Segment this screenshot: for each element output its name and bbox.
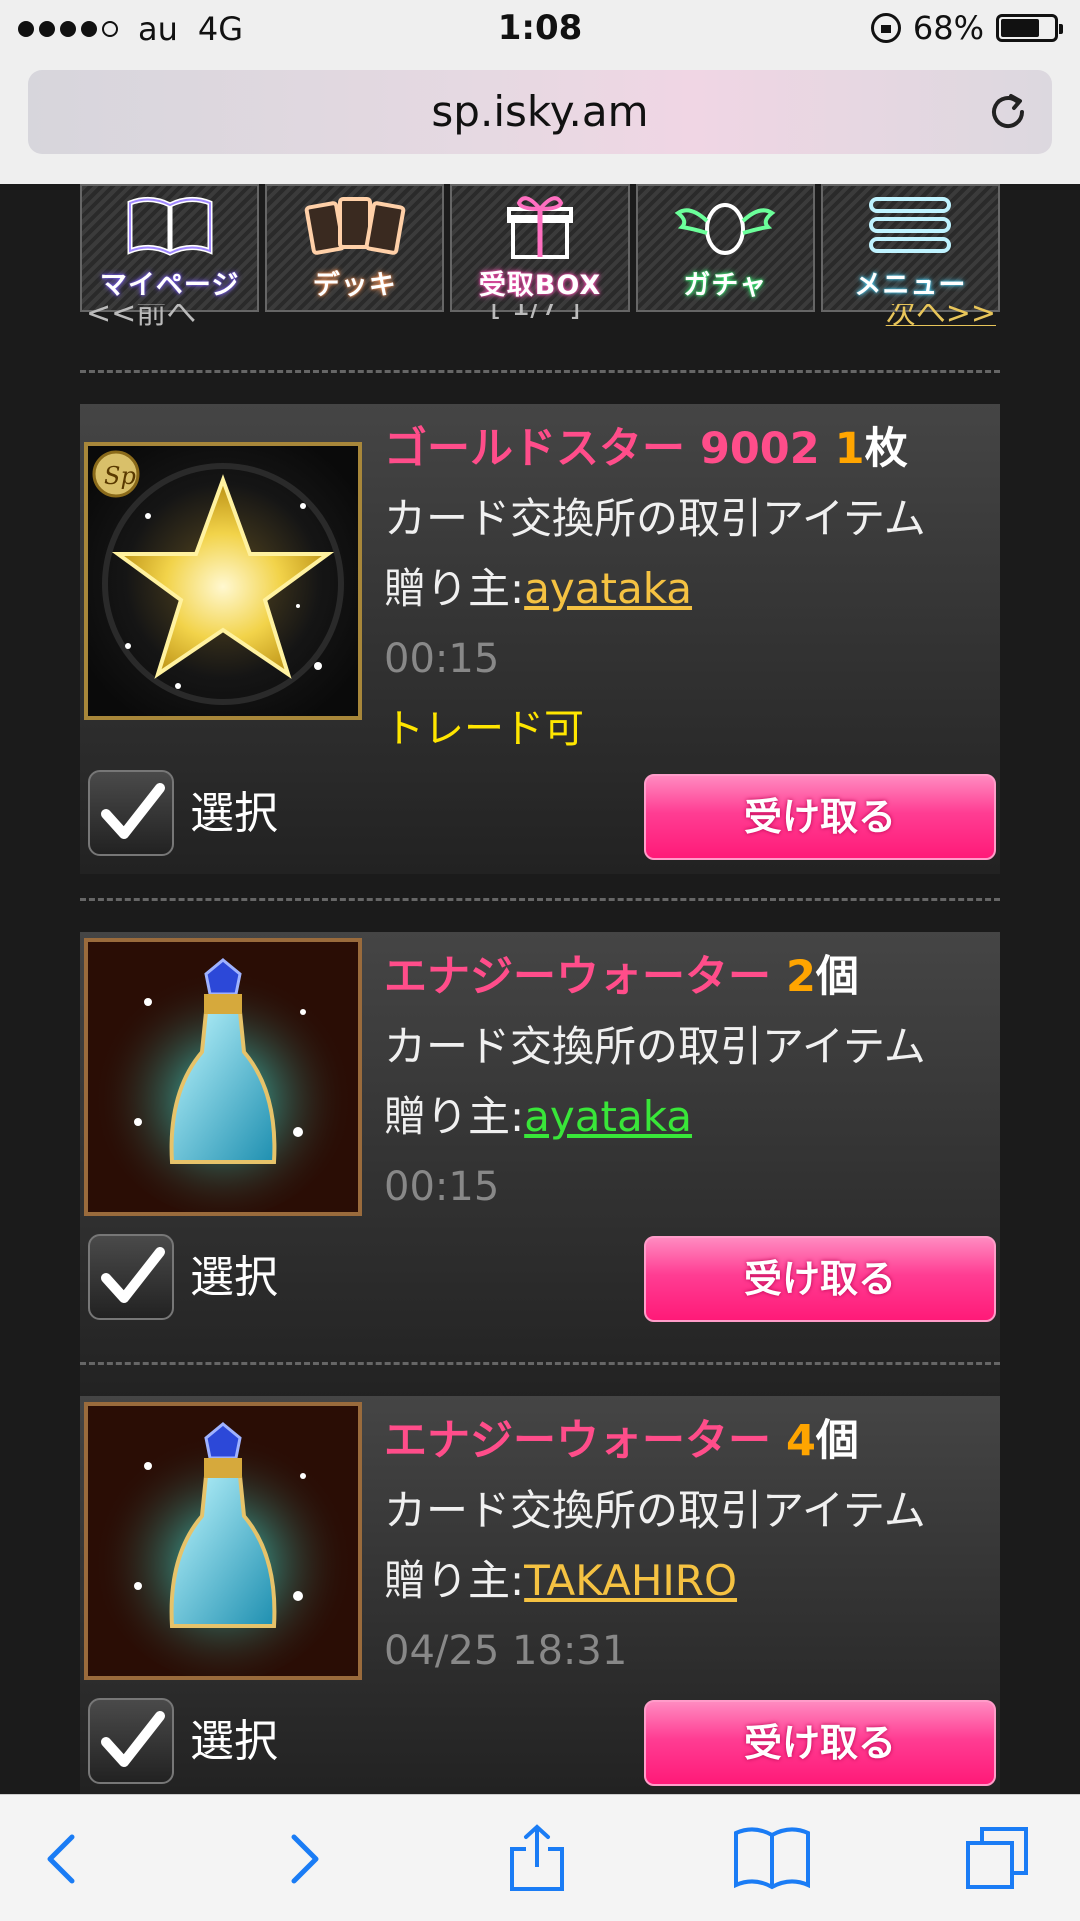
item-time: 04/25 18:31 (384, 1628, 628, 1674)
svg-text:Sp: Sp (104, 462, 136, 490)
nav-label: デッキ (312, 270, 397, 301)
forward-icon[interactable] (268, 1823, 338, 1893)
gift-icon (507, 196, 573, 259)
item-unit: 個 (815, 1416, 859, 1466)
energy-water-image (84, 938, 362, 1217)
divider (80, 370, 1000, 373)
gift-item: エナジーウォーター 2個 カード交換所の取引アイテム 贈り主:ayataka 0… (80, 932, 1000, 1402)
receive-button[interactable]: 受け取る (644, 1236, 996, 1322)
item-description: カード交換所の取引アイテム (384, 494, 926, 543)
item-title: エナジーウォーター 4個 (384, 1406, 990, 1476)
checkmark-icon (101, 1247, 165, 1303)
select-label: 選択 (190, 1716, 278, 1767)
nav-receive-box[interactable]: 受取BOX (450, 184, 630, 312)
item-unit: 枚 (864, 424, 908, 474)
browser-toolbar (0, 1794, 1080, 1921)
divider (80, 898, 1000, 901)
game-nav: マイページ デッキ 受取BOX ガチャ メニュー (80, 184, 1001, 312)
winged-egg-icon (674, 203, 776, 255)
energy-water-image (84, 1402, 362, 1681)
item-name: エナジーウォーター (384, 1416, 771, 1466)
checkmark-icon (101, 783, 165, 839)
item-title: ゴールドスター 9002 1枚 (384, 414, 990, 484)
next-page-link[interactable]: 次へ>> (886, 304, 996, 326)
item-name: エナジーウォーター (384, 952, 771, 1002)
gold-star-image: Sp (84, 442, 362, 720)
checkmark-icon (101, 1711, 165, 1767)
item-time: 00:15 (384, 1164, 500, 1210)
book-icon (127, 197, 213, 256)
receive-button[interactable]: 受け取る (644, 1700, 996, 1786)
select-checkbox[interactable] (88, 770, 174, 856)
prev-page-link[interactable]: <<前へ (86, 304, 196, 326)
rotation-lock-icon (870, 13, 901, 43)
nav-label: ガチャ (683, 270, 768, 301)
item-time: 00:15 (384, 636, 500, 682)
item-name: ゴールドスター 9002 (384, 424, 820, 474)
select-label: 選択 (190, 788, 278, 839)
sender-link[interactable]: ayataka (524, 564, 692, 613)
item-sender: 贈り主:ayataka (384, 1082, 990, 1152)
status-bar: au 4G 1:08 68% (0, 0, 1080, 58)
divider (80, 1362, 1000, 1365)
bookmarks-icon[interactable] (732, 1823, 812, 1893)
item-quantity: 4 (785, 1416, 816, 1466)
tabs-icon[interactable] (962, 1823, 1032, 1893)
receive-button[interactable]: 受け取る (644, 774, 996, 860)
share-icon[interactable] (502, 1823, 572, 1893)
item-sender: 贈り主:ayataka (384, 554, 990, 624)
nav-label: メニュー (854, 270, 967, 301)
gift-item: エナジーウォーター 4個 カード交換所の取引アイテム 贈り主:TAKAHIRO … (80, 1396, 1000, 1794)
nav-mypage[interactable]: マイページ (80, 184, 260, 312)
browser-address-area: sp.isky.am (0, 58, 1080, 184)
select-checkbox[interactable] (88, 1234, 174, 1320)
sender-label: 贈り主: (384, 1556, 525, 1605)
tradable-label: トレード可 (384, 706, 584, 752)
menu-icon (869, 197, 952, 253)
gift-item: Sp ゴールドスター 9002 1枚 カード交換所の取引アイテム 贈り主:aya… (80, 404, 1000, 874)
sender-link[interactable]: TAKAHIRO (524, 1556, 737, 1605)
nav-menu[interactable]: メニュー (820, 184, 1001, 312)
sender-label: 贈り主: (384, 564, 525, 613)
select-checkbox[interactable] (88, 1698, 174, 1784)
item-description: カード交換所の取引アイテム (384, 1022, 926, 1071)
sender-link[interactable]: ayataka (524, 1092, 692, 1141)
item-title: エナジーウォーター 2個 (384, 942, 990, 1012)
address-bar[interactable]: sp.isky.am (28, 70, 1052, 154)
select-label: 選択 (190, 1252, 278, 1303)
nav-label: マイページ (99, 270, 240, 301)
nav-gacha[interactable]: ガチャ (635, 184, 815, 312)
reload-icon[interactable] (986, 90, 1030, 134)
item-description: カード交換所の取引アイテム (384, 1486, 926, 1535)
battery-icon (996, 14, 1063, 42)
back-icon[interactable] (28, 1823, 98, 1893)
battery-percent: 68% (912, 9, 984, 47)
page-count: [ 1/7 ] (490, 304, 581, 323)
cards-icon (304, 197, 406, 255)
item-sender: 贈り主:TAKAHIRO (384, 1546, 990, 1616)
item-quantity: 1 (834, 424, 865, 474)
nav-label: 受取BOX (478, 270, 602, 301)
pager: <<前へ [ 1/7 ] 次へ>> (80, 304, 1000, 326)
sender-label: 贈り主: (384, 1092, 525, 1141)
item-quantity: 2 (785, 952, 816, 1002)
nav-deck[interactable]: デッキ (265, 184, 445, 312)
item-unit: 個 (815, 952, 859, 1002)
url-text: sp.isky.am (431, 87, 649, 136)
